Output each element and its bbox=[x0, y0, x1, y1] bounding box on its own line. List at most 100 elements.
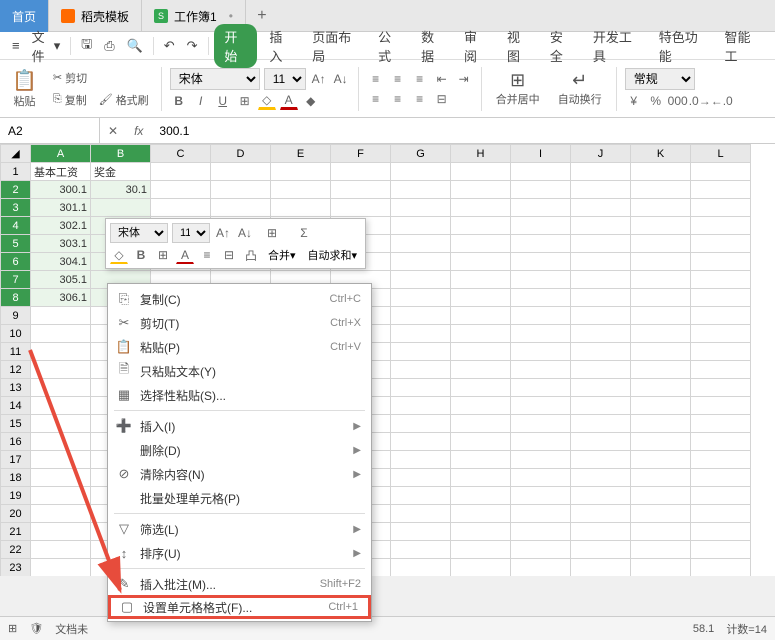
undo-icon[interactable]: ↶ bbox=[160, 36, 179, 56]
cell[interactable] bbox=[391, 271, 451, 289]
cell[interactable] bbox=[571, 217, 631, 235]
cell[interactable] bbox=[331, 199, 391, 217]
cell[interactable] bbox=[631, 487, 691, 505]
cell[interactable] bbox=[451, 343, 511, 361]
cell[interactable] bbox=[511, 289, 571, 307]
copy-button[interactable]: ⎘复制 bbox=[49, 90, 91, 110]
menu-item[interactable]: ↕ 排序(U) ▶ bbox=[108, 541, 371, 565]
cell[interactable] bbox=[391, 397, 451, 415]
cell[interactable] bbox=[691, 505, 751, 523]
cell[interactable] bbox=[631, 523, 691, 541]
row-header[interactable]: 15 bbox=[1, 415, 31, 433]
cell[interactable] bbox=[691, 559, 751, 577]
cell[interactable] bbox=[691, 199, 751, 217]
cell[interactable] bbox=[31, 451, 91, 469]
row-header[interactable]: 11 bbox=[1, 343, 31, 361]
cell[interactable] bbox=[391, 487, 451, 505]
menu-item[interactable]: 批量处理单元格(P) bbox=[108, 486, 371, 510]
cell[interactable] bbox=[391, 451, 451, 469]
menu-item[interactable]: ▢ 设置单元格格式(F)... Ctrl+1 bbox=[108, 595, 371, 619]
cell[interactable] bbox=[511, 415, 571, 433]
cell[interactable] bbox=[31, 433, 91, 451]
mini-align-button[interactable]: ≡ bbox=[198, 246, 216, 264]
cell[interactable] bbox=[571, 343, 631, 361]
cell[interactable] bbox=[391, 541, 451, 559]
align-right-button[interactable]: ≡ bbox=[411, 90, 429, 108]
cell[interactable] bbox=[391, 469, 451, 487]
row-header[interactable]: 4 bbox=[1, 217, 31, 235]
cell[interactable] bbox=[31, 469, 91, 487]
mini-font-select[interactable]: 宋体 bbox=[110, 223, 168, 243]
cell[interactable] bbox=[691, 289, 751, 307]
cell[interactable] bbox=[571, 559, 631, 577]
fill-color-button[interactable]: ◇ bbox=[258, 92, 276, 110]
number-format-select[interactable]: 常规 bbox=[625, 68, 695, 90]
italic-button[interactable]: I bbox=[192, 92, 210, 110]
cell[interactable] bbox=[271, 163, 331, 181]
merge-center-button[interactable]: ⊞ 合并居中 bbox=[490, 68, 546, 109]
cell[interactable] bbox=[391, 199, 451, 217]
cell[interactable] bbox=[631, 559, 691, 577]
cell[interactable] bbox=[571, 307, 631, 325]
cell[interactable] bbox=[631, 181, 691, 199]
cell[interactable] bbox=[691, 451, 751, 469]
cell[interactable] bbox=[271, 199, 331, 217]
cell[interactable] bbox=[451, 217, 511, 235]
cell[interactable] bbox=[31, 415, 91, 433]
cell[interactable] bbox=[451, 433, 511, 451]
cell[interactable] bbox=[691, 253, 751, 271]
cell[interactable] bbox=[151, 199, 211, 217]
cell[interactable] bbox=[391, 163, 451, 181]
cell[interactable] bbox=[511, 505, 571, 523]
menu-item[interactable]: 删除(D) ▶ bbox=[108, 438, 371, 462]
row-header[interactable]: 20 bbox=[1, 505, 31, 523]
cell[interactable] bbox=[331, 181, 391, 199]
cell[interactable] bbox=[391, 523, 451, 541]
cell[interactable] bbox=[631, 397, 691, 415]
format-painter-button[interactable]: 🖌格式刷 bbox=[95, 90, 153, 110]
ribbon-tab-smart[interactable]: 智能工 bbox=[717, 25, 767, 67]
row-header[interactable]: 18 bbox=[1, 469, 31, 487]
cell[interactable] bbox=[631, 199, 691, 217]
font-name-select[interactable]: 宋体 bbox=[170, 68, 260, 90]
mini-autosum-icon-button[interactable]: Σ bbox=[290, 224, 318, 242]
cell[interactable]: 302.1 bbox=[31, 217, 91, 235]
row-header[interactable]: 2 bbox=[1, 181, 31, 199]
cell[interactable] bbox=[511, 181, 571, 199]
ribbon-tab-review[interactable]: 审阅 bbox=[456, 25, 495, 67]
cell[interactable]: 300.1 bbox=[31, 181, 91, 199]
cell[interactable] bbox=[511, 253, 571, 271]
cell[interactable] bbox=[691, 361, 751, 379]
cell[interactable] bbox=[631, 163, 691, 181]
underline-button[interactable]: U bbox=[214, 92, 232, 110]
cell[interactable] bbox=[451, 253, 511, 271]
cell[interactable] bbox=[31, 343, 91, 361]
cell[interactable] bbox=[451, 505, 511, 523]
fx-button[interactable]: fx bbox=[126, 124, 151, 138]
column-header[interactable]: F bbox=[331, 145, 391, 163]
distribute-button[interactable]: ⊟ bbox=[433, 90, 451, 108]
cell[interactable] bbox=[391, 433, 451, 451]
cell[interactable] bbox=[571, 271, 631, 289]
cell[interactable] bbox=[511, 541, 571, 559]
cell[interactable] bbox=[451, 559, 511, 577]
cell[interactable] bbox=[451, 361, 511, 379]
indent-right-button[interactable]: ⇥ bbox=[455, 70, 473, 88]
cell[interactable] bbox=[691, 235, 751, 253]
row-header[interactable]: 10 bbox=[1, 325, 31, 343]
cell[interactable]: 306.1 bbox=[31, 289, 91, 307]
cell[interactable] bbox=[511, 397, 571, 415]
row-header[interactable]: 9 bbox=[1, 307, 31, 325]
cell[interactable] bbox=[571, 397, 631, 415]
percent-button[interactable]: % bbox=[647, 92, 665, 110]
cell[interactable] bbox=[391, 379, 451, 397]
cell[interactable] bbox=[451, 523, 511, 541]
mini-merge-button[interactable]: 合并▾ bbox=[264, 247, 300, 263]
menu-item[interactable]: ⊘ 清除内容(N) ▶ bbox=[108, 462, 371, 486]
cell[interactable] bbox=[691, 325, 751, 343]
cell[interactable] bbox=[31, 487, 91, 505]
name-box[interactable]: A2 bbox=[0, 118, 100, 143]
cell[interactable] bbox=[451, 289, 511, 307]
align-left-button[interactable]: ≡ bbox=[367, 90, 385, 108]
cell[interactable] bbox=[571, 163, 631, 181]
